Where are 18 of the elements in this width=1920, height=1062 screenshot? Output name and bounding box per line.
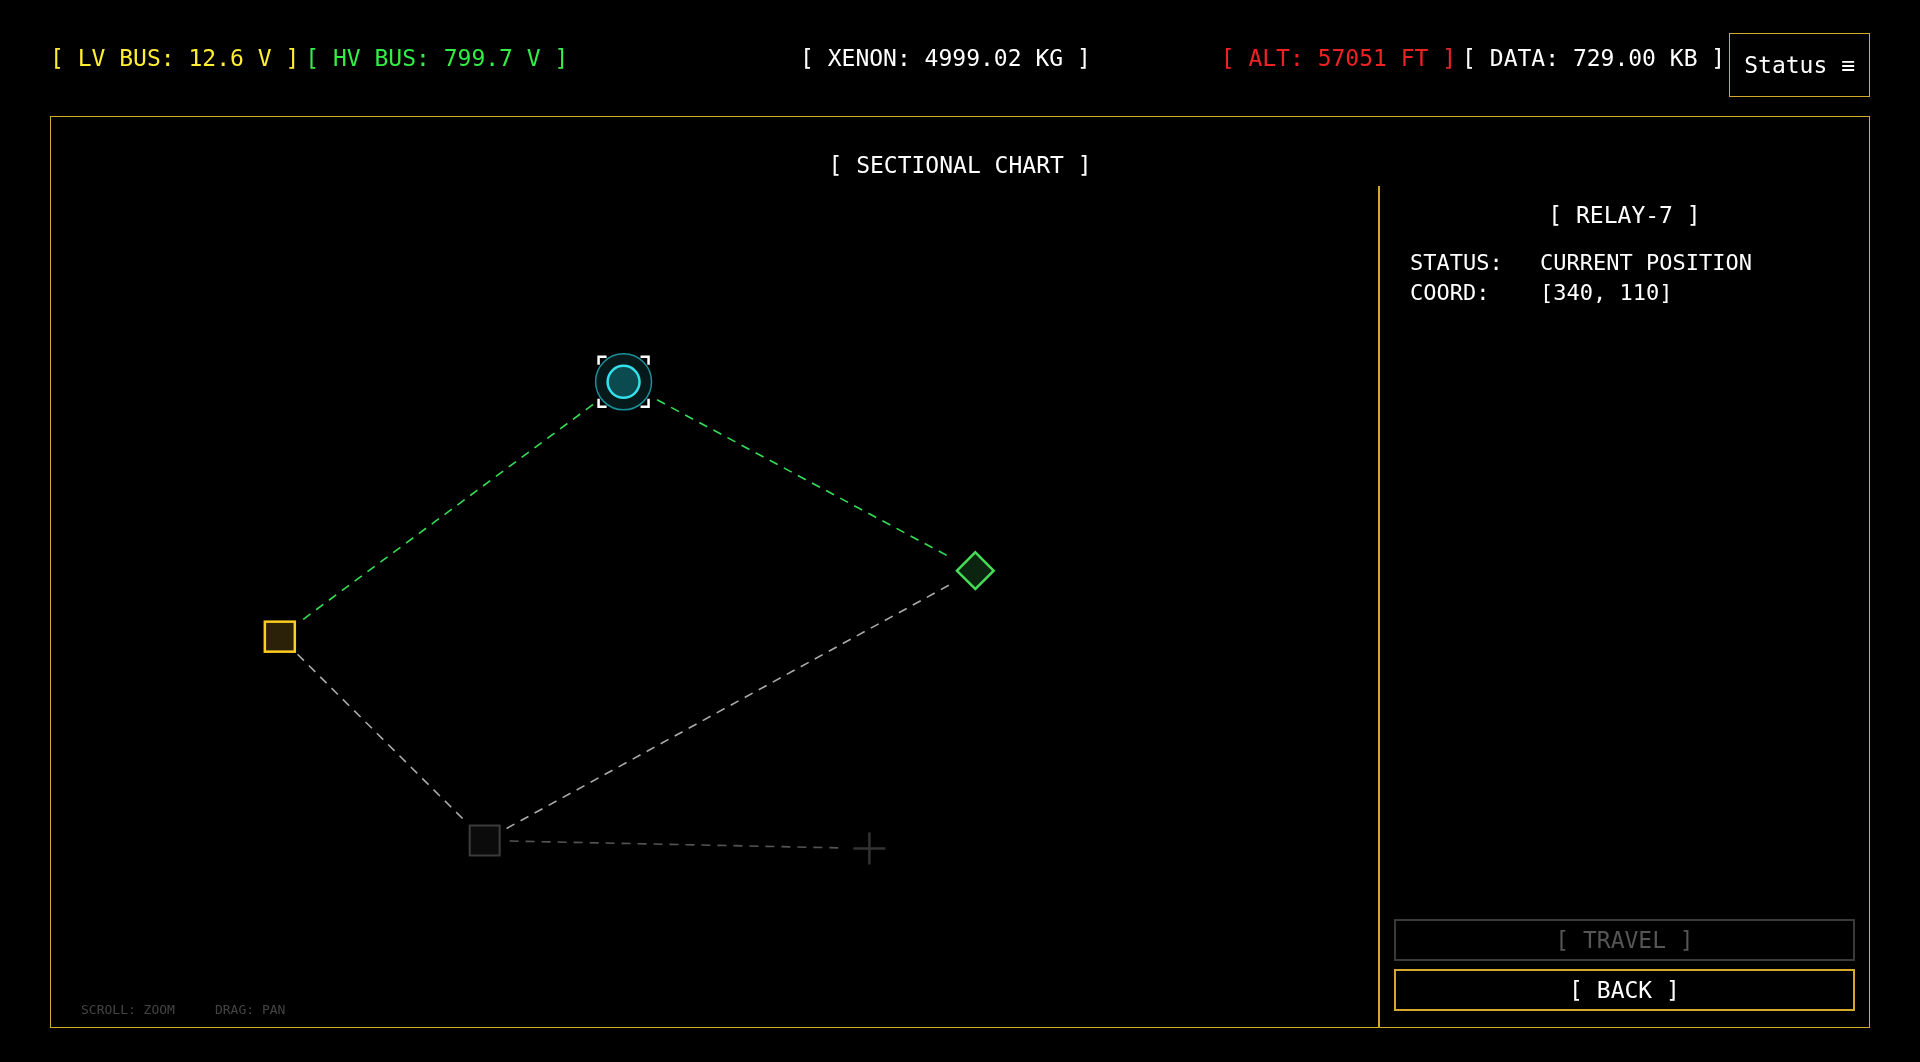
- bus-reading: [ ALT: 57051 FT ]: [1220, 44, 1457, 73]
- panel-title: [ RELAY-7 ]: [1547, 200, 1702, 230]
- field-label: COORD:: [1410, 279, 1491, 308]
- field-label: STATUS:: [1410, 249, 1504, 278]
- bus-reading: [ LV BUS: 12.6 V ]: [50, 44, 300, 73]
- bus-reading: [ XENON: 4999.02 KG ]: [800, 44, 1091, 73]
- field-value: [340, 110]: [1540, 279, 1673, 308]
- status-menu-button[interactable]: Status ≡: [1729, 33, 1870, 97]
- field-value: CURRENT POSITION: [1540, 249, 1752, 278]
- relay-node[interactable]: [594, 352, 653, 411]
- control-hint: SCROLL: ZOOM: [81, 1000, 175, 1019]
- bus-reading: [ DATA: 729.00 KB ]: [1462, 44, 1726, 73]
- bus-reading: [ HV BUS: 799.7 V ]: [305, 44, 569, 73]
- outpost-node[interactable]: [263, 620, 297, 653]
- action-button[interactable]: [ BACK ]: [1394, 969, 1855, 1011]
- control-hint: DRAG: PAN: [214, 1000, 286, 1019]
- chart-title: [ SECTIONAL CHART ]: [827, 151, 1093, 180]
- unexplored-node[interactable]: [468, 824, 501, 857]
